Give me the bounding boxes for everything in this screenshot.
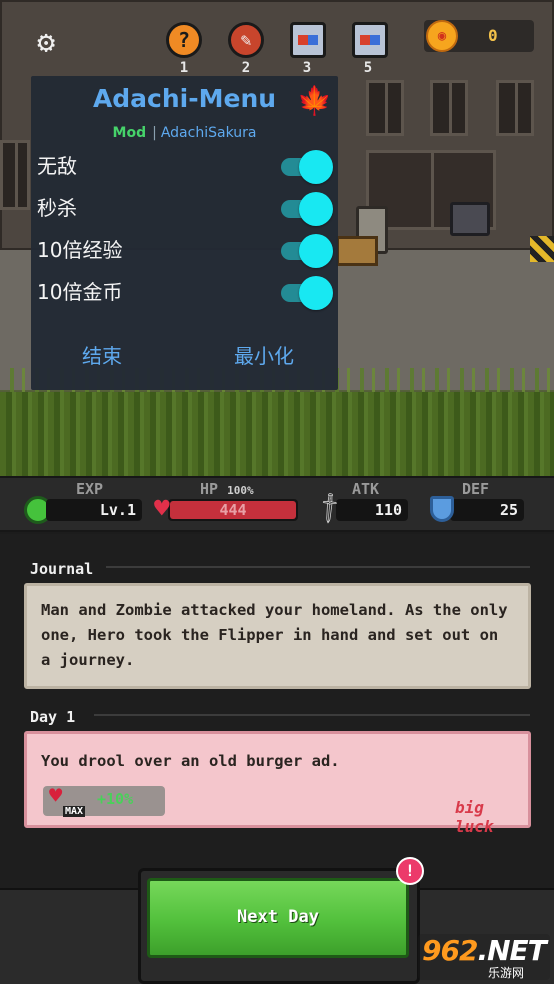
hud-count: 3 <box>302 60 312 76</box>
alert-badge: ! <box>396 857 424 885</box>
mod-menu-panel: Adachi-Menu 🍁 Mod | AdachiSakura 无敌 秒杀 10倍… <box>31 76 338 390</box>
toggle-10x-exp[interactable]: 10倍经验 <box>31 230 338 270</box>
building-window <box>366 80 404 136</box>
hp-title-label: HP <box>200 480 219 498</box>
day-event-card: You drool over an old burger ad. ♥ MAX +… <box>24 731 531 836</box>
subtitle-separator: | <box>152 125 157 141</box>
building-window <box>496 80 534 136</box>
toggle-label: 10倍经验 <box>37 238 123 262</box>
bonus-value: +10% <box>97 790 134 808</box>
coin-icon: ◉ <box>426 20 458 52</box>
atk-title: ATK <box>352 480 380 498</box>
hud-count: 1 <box>179 60 189 76</box>
end-button[interactable]: 结束 <box>82 340 122 369</box>
toggle-label: 秒杀 <box>37 196 77 220</box>
next-day-button[interactable]: Next Day <box>147 878 409 958</box>
toggle-label: 无敌 <box>37 154 77 178</box>
building-window <box>0 140 30 210</box>
journal-card: Man and Zombie attacked your homeland. A… <box>24 583 531 689</box>
coin-count: 0 <box>488 26 498 45</box>
hud-count: 2 <box>241 60 251 76</box>
hp-bar-fill: 444 <box>170 501 296 519</box>
journal-divider <box>106 566 530 568</box>
toggle-knob[interactable] <box>299 276 333 310</box>
journal-text: Man and Zombie attacked your homeland. A… <box>41 601 508 669</box>
hp-bar: 444 <box>168 499 298 521</box>
watermark-logo: 962.NET <box>422 934 547 967</box>
day-event-text: You drool over an old burger ad. <box>41 752 340 770</box>
minimize-button[interactable]: 最小化 <box>234 340 294 369</box>
mod-menu-subtitle: Mod | AdachiSakura <box>31 125 338 141</box>
toggle-knob[interactable] <box>299 150 333 184</box>
barrier <box>530 236 554 262</box>
def-title: DEF <box>462 480 490 498</box>
exp-title: EXP <box>76 480 104 498</box>
heart-icon: ♥ <box>49 784 63 809</box>
toggle-knob[interactable] <box>299 192 333 226</box>
mod-menu-title: Adachi-Menu <box>92 84 277 113</box>
hud-count: 5 <box>363 60 373 76</box>
journal-title: Journal <box>30 560 94 578</box>
watermark-suffix: .NET <box>477 934 546 967</box>
hp-title: HP 100% <box>200 480 254 498</box>
watermark-site: 乐游网 <box>488 966 525 980</box>
crate <box>336 236 378 266</box>
treasure-icon[interactable] <box>290 22 326 58</box>
day-title: Day 1 <box>30 708 76 726</box>
grass <box>0 392 554 476</box>
toggle-10x-gold[interactable]: 10倍金币 <box>31 272 338 312</box>
maple-leaf-icon: 🍁 <box>297 84 332 117</box>
building-window <box>430 80 468 136</box>
question-icon[interactable]: ? <box>166 22 202 58</box>
watermark-number: 962 <box>422 934 478 967</box>
def-value: 25 <box>450 499 524 521</box>
mod-tag: Mod <box>112 125 147 141</box>
toggle-invincible[interactable]: 无敌 <box>31 146 338 186</box>
gear-icon[interactable]: ⚙ <box>30 27 62 59</box>
toggle-label: 10倍金币 <box>37 280 123 304</box>
watermark: 962.NET 乐游网 <box>418 934 550 980</box>
heart-icon: ♥ <box>154 494 170 524</box>
hp-percent: 100% <box>227 484 254 497</box>
toggle-one-hit-kill[interactable]: 秒杀 <box>31 188 338 228</box>
shield-icon <box>430 496 454 522</box>
max-tag: MAX <box>63 806 86 817</box>
suitcase <box>450 202 490 236</box>
toggle-knob[interactable] <box>299 234 333 268</box>
luck-label: big luck <box>455 798 494 836</box>
level-value: Lv.1 <box>46 499 142 521</box>
treasure-icon[interactable] <box>352 22 388 58</box>
author-name: AdachiSakura <box>160 125 257 141</box>
day-divider <box>94 714 530 716</box>
sword-badge-icon[interactable]: ✎ <box>228 22 264 58</box>
